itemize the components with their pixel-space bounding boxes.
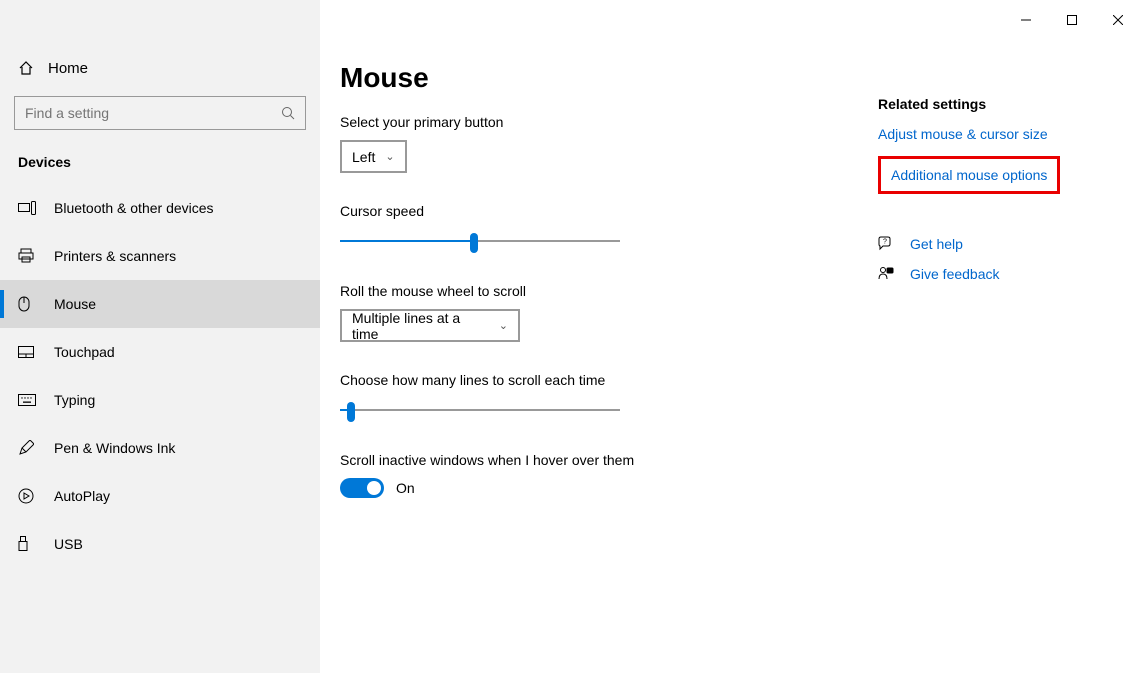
maximize-button[interactable]: [1049, 4, 1095, 36]
primary-button-value: Left: [352, 149, 375, 165]
cursor-speed-slider[interactable]: [340, 229, 620, 253]
sidebar-item-usb[interactable]: USB: [0, 520, 320, 568]
link-additional-mouse-options[interactable]: Additional mouse options: [878, 156, 1060, 194]
scroll-mode-label: Roll the mouse wheel to scroll: [340, 283, 830, 299]
search-icon: [281, 106, 295, 120]
sidebar-item-bluetooth[interactable]: Bluetooth & other devices: [0, 184, 320, 232]
help-icon: ?: [878, 236, 896, 252]
sidebar: Home Devices Bluetooth & other devices P…: [0, 0, 320, 673]
chevron-down-icon: ⌄: [499, 319, 508, 332]
link-get-help[interactable]: Get help: [910, 236, 963, 252]
search-input[interactable]: [25, 105, 281, 121]
touchpad-icon: [18, 346, 36, 358]
printer-icon: [18, 248, 36, 264]
inactive-windows-toggle[interactable]: [340, 478, 384, 498]
cursor-speed-setting: Cursor speed: [340, 203, 830, 253]
related-settings-rail: Related settings Adjust mouse & cursor s…: [878, 48, 1060, 673]
chevron-down-icon: ⌄: [385, 150, 394, 163]
main-content: Mouse Select your primary button Left ⌄ …: [340, 48, 1141, 673]
maximize-icon: [1067, 15, 1077, 25]
search-box[interactable]: [14, 96, 306, 130]
nav-list: Bluetooth & other devices Printers & sca…: [0, 184, 320, 568]
scroll-mode-setting: Roll the mouse wheel to scroll Multiple …: [340, 283, 830, 342]
autoplay-icon: [18, 488, 36, 504]
window-controls: [1003, 4, 1141, 36]
lines-slider[interactable]: [340, 398, 620, 422]
link-give-feedback[interactable]: Give feedback: [910, 266, 1000, 282]
sidebar-item-printers[interactable]: Printers & scanners: [0, 232, 320, 280]
inactive-windows-setting: Scroll inactive windows when I hover ove…: [340, 452, 830, 498]
devices-icon: [18, 201, 36, 215]
mouse-icon: [18, 296, 36, 312]
sidebar-item-mouse[interactable]: Mouse: [0, 280, 320, 328]
sidebar-item-label: AutoPlay: [54, 488, 110, 504]
sidebar-item-label: Pen & Windows Ink: [54, 440, 175, 456]
settings-content: Mouse Select your primary button Left ⌄ …: [340, 48, 850, 673]
sidebar-item-touchpad[interactable]: Touchpad: [0, 328, 320, 376]
primary-button-dropdown[interactable]: Left ⌄: [340, 140, 407, 173]
sidebar-item-label: Mouse: [54, 296, 96, 312]
lines-setting: Choose how many lines to scroll each tim…: [340, 372, 830, 422]
sidebar-item-label: Touchpad: [54, 344, 115, 360]
lines-label: Choose how many lines to scroll each tim…: [340, 372, 830, 388]
svg-text:?: ?: [883, 239, 887, 246]
scroll-mode-dropdown[interactable]: Multiple lines at a time ⌄: [340, 309, 520, 342]
section-header: Devices: [0, 148, 320, 184]
home-icon: [18, 60, 34, 76]
home-label: Home: [48, 60, 88, 77]
sidebar-item-label: Bluetooth & other devices: [54, 200, 214, 216]
sidebar-item-label: Typing: [54, 392, 95, 408]
home-button[interactable]: Home: [0, 48, 320, 88]
page-title: Mouse: [340, 62, 830, 94]
primary-button-label: Select your primary button: [340, 114, 830, 130]
get-help-row: ? Get help: [878, 236, 1060, 252]
sidebar-item-label: USB: [54, 536, 83, 552]
pen-icon: [18, 440, 36, 456]
feedback-row: Give feedback: [878, 266, 1060, 282]
feedback-icon: [878, 266, 896, 282]
scroll-mode-value: Multiple lines at a time: [352, 310, 489, 342]
keyboard-icon: [18, 394, 36, 406]
sidebar-item-pen[interactable]: Pen & Windows Ink: [0, 424, 320, 472]
cursor-speed-label: Cursor speed: [340, 203, 830, 219]
close-icon: [1113, 15, 1123, 25]
close-button[interactable]: [1095, 4, 1141, 36]
minimize-button[interactable]: [1003, 4, 1049, 36]
slider-thumb[interactable]: [347, 402, 355, 422]
inactive-windows-state: On: [396, 480, 415, 496]
sidebar-item-autoplay[interactable]: AutoPlay: [0, 472, 320, 520]
minimize-icon: [1021, 15, 1031, 25]
slider-thumb[interactable]: [470, 233, 478, 253]
slider-fill: [340, 240, 474, 242]
rail-heading: Related settings: [878, 96, 1060, 112]
sidebar-item-label: Printers & scanners: [54, 248, 176, 264]
primary-button-setting: Select your primary button Left ⌄: [340, 114, 830, 173]
sidebar-item-typing[interactable]: Typing: [0, 376, 320, 424]
inactive-windows-label: Scroll inactive windows when I hover ove…: [340, 452, 830, 468]
link-adjust-mouse-cursor-size[interactable]: Adjust mouse & cursor size: [878, 126, 1060, 142]
slider-track: [340, 409, 620, 411]
usb-icon: [18, 536, 36, 552]
